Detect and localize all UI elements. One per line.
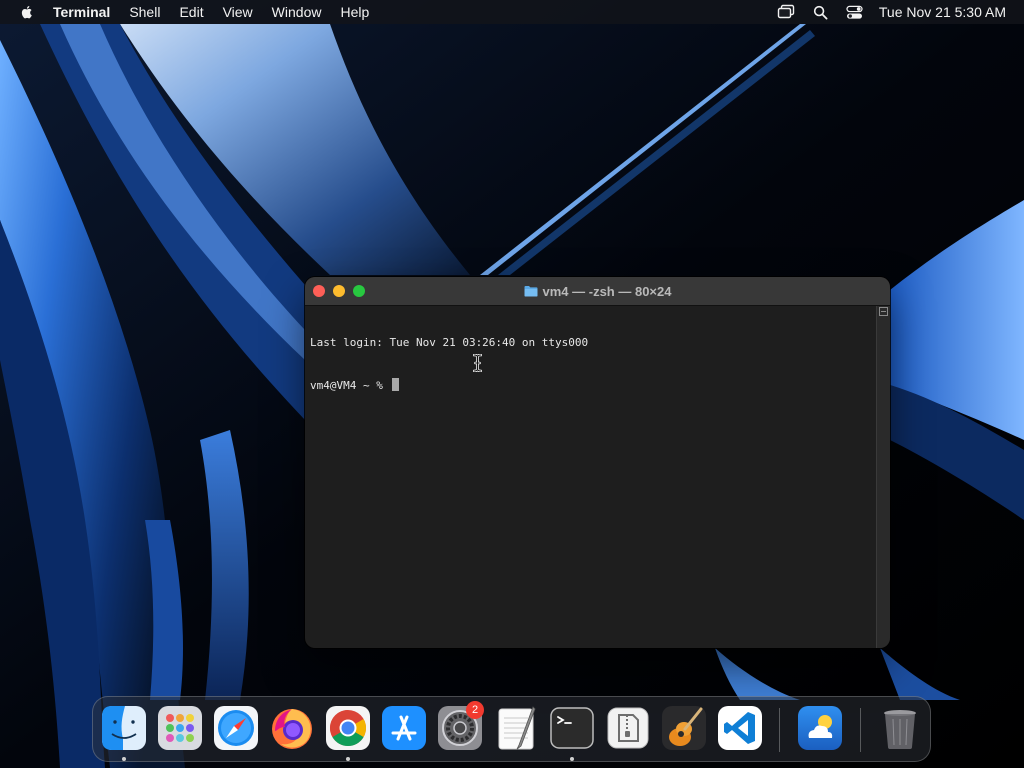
garageband-icon	[662, 706, 706, 750]
archive-utility-icon	[607, 707, 649, 749]
chrome-icon	[326, 706, 370, 750]
dock-terminal[interactable]	[549, 705, 595, 751]
ibeam-cursor-icon	[473, 354, 482, 372]
terminal-output[interactable]: Last login: Tue Nov 21 03:26:40 on ttys0…	[305, 306, 875, 648]
menu-shell[interactable]: Shell	[129, 0, 160, 24]
terminal-icon	[550, 707, 594, 749]
control-center-icon[interactable]	[846, 0, 863, 24]
launchpad-icon	[158, 706, 202, 750]
dock-trash[interactable]	[877, 705, 923, 751]
menu-window[interactable]: Window	[272, 0, 322, 24]
menu-bar-status: Tue Nov 21 5:30 AM	[759, 0, 1006, 24]
terminal-scrollbar[interactable]	[876, 306, 890, 648]
dock-chrome[interactable]	[325, 705, 371, 751]
terminal-prompt-text: vm4@VM4 ~ %	[310, 379, 390, 392]
finder-icon	[102, 706, 146, 750]
terminal-title: vm4 — -zsh — 80×24	[305, 277, 890, 305]
safari-icon	[214, 706, 258, 750]
dock-archive-utility[interactable]	[605, 705, 651, 751]
menu-view[interactable]: View	[223, 0, 253, 24]
dock-separator	[779, 708, 780, 752]
vscode-icon	[718, 706, 762, 750]
weather-icon	[798, 706, 842, 750]
terminal-line-last-login: Last login: Tue Nov 21 03:26:40 on ttys0…	[310, 336, 589, 349]
dock-app-store[interactable]	[381, 705, 427, 751]
apple-logo-icon[interactable]	[19, 4, 35, 20]
trash-icon	[884, 710, 916, 749]
dock-launchpad[interactable]	[157, 705, 203, 751]
chrome-running-indicator	[346, 757, 350, 761]
firefox-icon	[272, 709, 312, 749]
menu-bar-left: Terminal Shell Edit View Window Help	[0, 0, 388, 24]
terminal-title-text: vm4 — -zsh — 80×24	[542, 283, 672, 299]
split-pane-icon[interactable]	[879, 307, 888, 316]
terminal-title-bar[interactable]: vm4 — -zsh — 80×24	[305, 277, 890, 306]
dock-weather[interactable]	[797, 705, 843, 751]
finder-running-indicator	[122, 757, 126, 761]
terminal-running-indicator	[570, 757, 574, 761]
app-store-icon	[382, 706, 426, 750]
spotlight-search-icon[interactable]	[813, 0, 828, 24]
menu-help[interactable]: Help	[340, 0, 369, 24]
terminal-window: vm4 — -zsh — 80×24 Last login: Tue Nov 2…	[305, 277, 890, 648]
dock: 2	[92, 696, 931, 762]
dock-firefox[interactable]	[269, 705, 315, 751]
textedit-icon	[498, 706, 536, 750]
folder-icon	[524, 286, 537, 297]
menu-bar-clock[interactable]: Tue Nov 21 5:30 AM	[879, 0, 1006, 24]
screen-mirroring-icon[interactable]	[777, 0, 795, 24]
terminal-cursor	[392, 378, 400, 391]
dock-textedit[interactable]	[493, 705, 539, 751]
dock-safari[interactable]	[213, 705, 259, 751]
menu-app-terminal[interactable]: Terminal	[53, 0, 110, 24]
dock-system-settings[interactable]: 2	[437, 701, 484, 751]
dock-finder[interactable]	[101, 705, 147, 751]
menu-bar: Terminal Shell Edit View Window Help Tue…	[0, 0, 1024, 24]
menu-edit[interactable]: Edit	[179, 0, 203, 24]
dock-separator	[860, 708, 861, 752]
notification-badge: 2	[466, 701, 484, 719]
dock-garageband[interactable]	[661, 705, 707, 751]
dock-vscode[interactable]	[717, 705, 763, 751]
terminal-line-prompt: vm4@VM4 ~ %	[310, 378, 875, 392]
